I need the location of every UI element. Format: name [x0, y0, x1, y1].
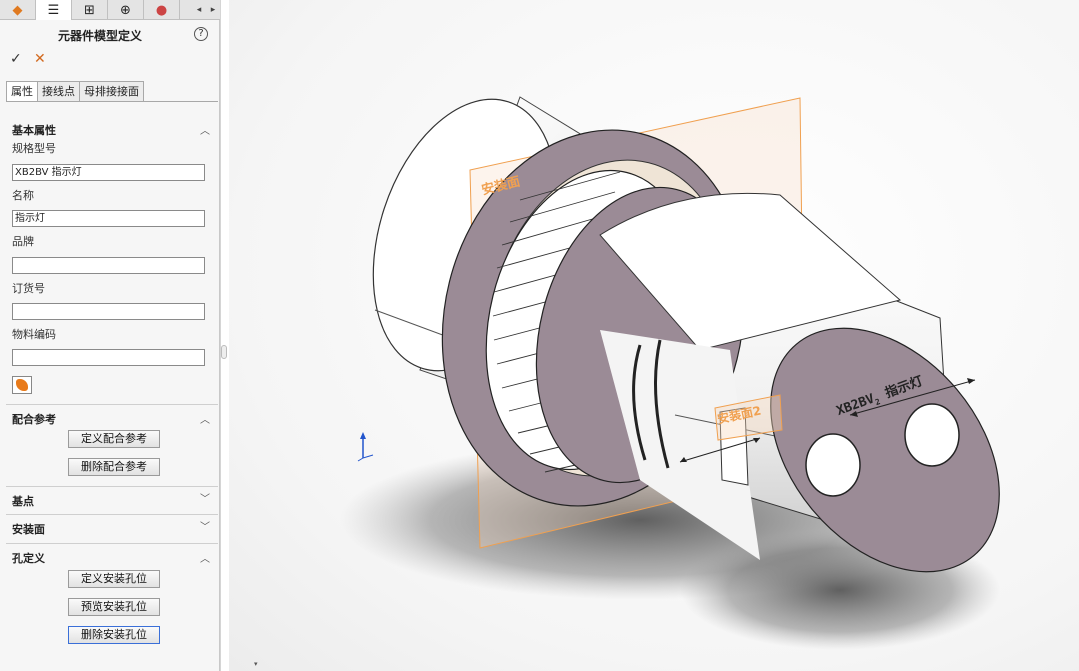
section-divider	[6, 404, 218, 405]
help-icon[interactable]: ?	[194, 27, 208, 41]
model-label: 规格型号	[12, 142, 56, 155]
property-manager-panel: ◆ ☰ ⊞ ⊕ ● ◂ ▸ 元器件模型定义 ? ✓ ✕ 属性 接线点 母排接接面…	[0, 0, 220, 671]
panel-sub-tabs: 属性 接线点 母排接接面	[6, 81, 144, 101]
chevron-up-icon[interactable]: ︿	[200, 411, 210, 426]
define-mate-reference-button[interactable]: 定义配合参考	[68, 430, 160, 448]
tab-busbar-faces[interactable]: 母排接接面	[79, 81, 144, 101]
scroll-left-icon[interactable]: ◂	[197, 5, 202, 15]
section-hole-definition[interactable]: 孔定义	[12, 550, 45, 566]
view-corner-mark: ▾	[254, 660, 258, 668]
graphics-viewport[interactable]: 安装面 安装面2 XB2BV2 指示灯	[229, 0, 1079, 671]
section-mount-face[interactable]: 安装面	[12, 521, 45, 537]
property-list-icon: ☰	[47, 2, 60, 18]
configuration-manager-tab[interactable]: ⊞	[72, 0, 108, 20]
order-number-label: 订货号	[12, 282, 45, 295]
section-divider	[6, 514, 218, 515]
chevron-down-icon[interactable]: ﹀	[200, 518, 210, 533]
display-manager-tab[interactable]: ●	[144, 0, 180, 20]
model-field[interactable]: XB2BV 指示灯	[12, 164, 205, 181]
crosshair-icon: ⊕	[120, 2, 131, 18]
ok-checkmark-icon[interactable]: ✓	[10, 51, 22, 67]
section-base-point[interactable]: 基点	[12, 493, 34, 509]
feature-manager-tab[interactable]: ◆	[0, 0, 36, 20]
manager-icon-tabs: ◆ ☰ ⊞ ⊕ ● ◂ ▸	[0, 0, 220, 20]
material-code-label: 物料编码	[12, 328, 56, 341]
lamp-hole-left	[805, 433, 861, 497]
indicator-light-model[interactable]	[229, 0, 1079, 671]
puzzle-icon: ◆	[12, 2, 23, 18]
chevron-down-icon[interactable]: ﹀	[200, 490, 210, 505]
brand-field[interactable]	[12, 257, 205, 274]
brand-logo-icon	[16, 379, 28, 391]
configuration-icon: ⊞	[84, 2, 95, 18]
tab-terminals[interactable]: 接线点	[37, 81, 80, 101]
order-number-field[interactable]	[12, 303, 205, 320]
cancel-x-icon[interactable]: ✕	[34, 51, 46, 67]
chevron-up-icon[interactable]: ︿	[200, 122, 210, 137]
color-sphere-icon: ●	[155, 2, 168, 18]
chevron-up-icon[interactable]: ︿	[200, 550, 210, 565]
scroll-right-icon[interactable]: ▸	[211, 5, 216, 15]
section-divider	[6, 486, 218, 487]
tab-properties[interactable]: 属性	[6, 81, 38, 101]
delete-mate-reference-button[interactable]: 删除配合参考	[68, 458, 160, 476]
preview-mount-hole-button[interactable]: 预览安装孔位	[68, 598, 160, 616]
section-divider	[6, 543, 218, 544]
panel-title: 元器件模型定义	[57, 29, 142, 43]
property-manager-tab[interactable]: ☰	[36, 0, 72, 20]
delete-mount-hole-button[interactable]: 删除安装孔位	[68, 626, 160, 644]
brand-label: 品牌	[12, 235, 34, 248]
lamp-hole-right	[904, 403, 960, 467]
splitter-handle[interactable]	[221, 345, 227, 359]
brand-logo-button[interactable]	[12, 376, 32, 394]
tab-underline	[6, 101, 218, 102]
material-code-field[interactable]	[12, 349, 205, 366]
tab-scroll-arrows: ◂ ▸	[192, 0, 220, 19]
section-basic-properties[interactable]: 基本属性	[12, 122, 56, 138]
name-field[interactable]: 指示灯	[12, 210, 205, 227]
dimxpert-tab[interactable]: ⊕	[108, 0, 144, 20]
section-mate-reference[interactable]: 配合参考	[12, 411, 56, 427]
name-label: 名称	[12, 189, 34, 202]
panel-splitter[interactable]	[220, 0, 228, 671]
axis-triad-icon	[357, 432, 374, 462]
define-mount-hole-button[interactable]: 定义安装孔位	[68, 570, 160, 588]
